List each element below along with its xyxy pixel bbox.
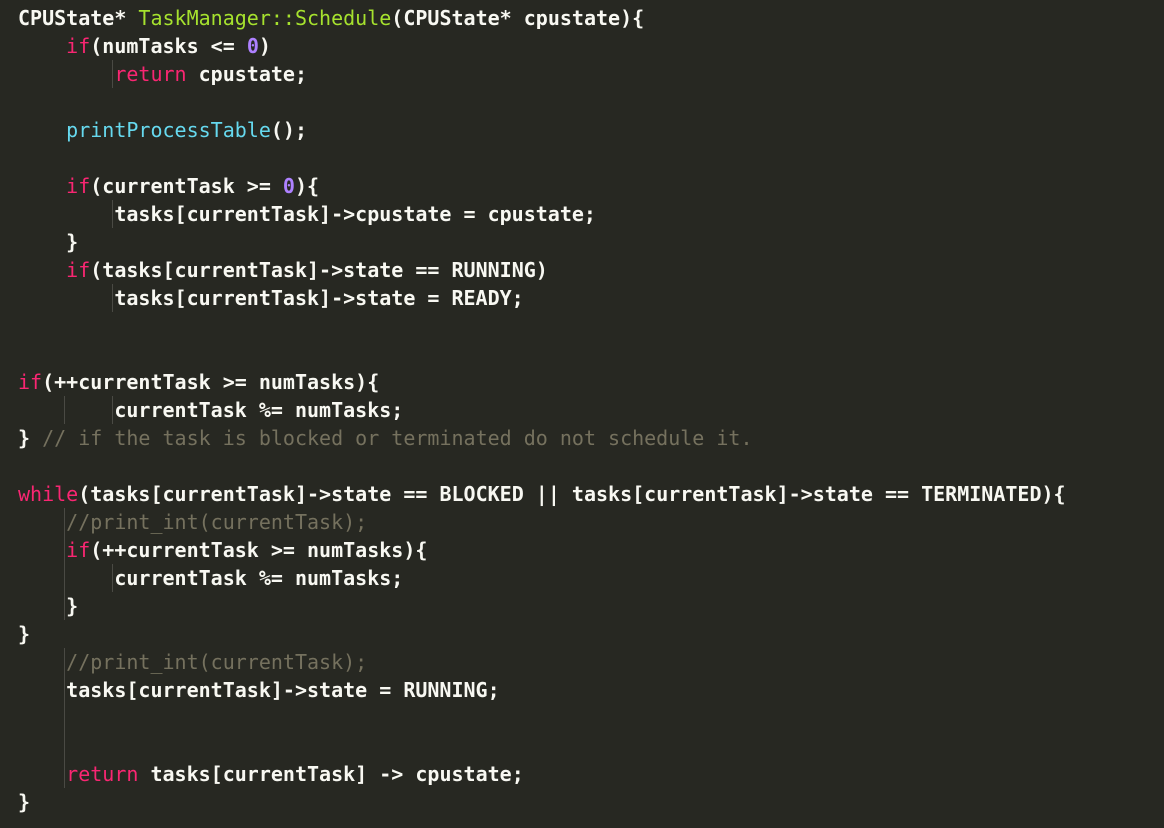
code-token: CPUState*: [18, 6, 139, 30]
indent-guide: [112, 60, 114, 88]
code-token: cpustate;: [186, 62, 307, 86]
indent-guide: [64, 676, 66, 704]
code-line[interactable]: [0, 732, 1164, 760]
code-token: ): [258, 34, 271, 58]
indent-guide: [64, 564, 66, 592]
code-token: if: [66, 258, 91, 282]
code-token: while: [18, 482, 79, 506]
code-token: (currentTask >=: [90, 174, 283, 198]
indent-guide: [112, 396, 114, 424]
code-line[interactable]: [0, 340, 1164, 368]
code-token: return: [114, 62, 187, 86]
code-line[interactable]: } // if the task is blocked or terminate…: [0, 424, 1164, 452]
code-line[interactable]: while(tasks[currentTask]->state == BLOCK…: [0, 480, 1164, 508]
code-token: TaskManager::Schedule: [138, 6, 392, 30]
code-line[interactable]: //print_int(currentTask);: [0, 508, 1164, 536]
code-token: }: [18, 230, 79, 254]
indent-guide: [112, 564, 114, 592]
code-token: if: [66, 538, 91, 562]
code-token: // if the task is blocked or terminated …: [42, 426, 753, 450]
code-line[interactable]: if(numTasks <= 0): [0, 32, 1164, 60]
code-token: tasks[currentTask] -> cpustate;: [138, 762, 524, 786]
code-line[interactable]: }: [0, 228, 1164, 256]
code-token: 0: [282, 174, 295, 198]
code-line[interactable]: if(tasks[currentTask]->state == RUNNING): [0, 256, 1164, 284]
code-line[interactable]: if(++currentTask >= numTasks){: [0, 368, 1164, 396]
code-token: (tasks[currentTask]->state == BLOCKED ||…: [78, 482, 1066, 506]
code-line[interactable]: if(++currentTask >= numTasks){: [0, 536, 1164, 564]
code-token: if: [66, 174, 91, 198]
code-line[interactable]: currentTask %= numTasks;: [0, 564, 1164, 592]
code-line[interactable]: [0, 88, 1164, 116]
indent-guide: [64, 536, 66, 564]
indent-guide: [64, 648, 66, 676]
code-token: }: [18, 622, 31, 646]
code-line[interactable]: //print_int(currentTask);: [0, 648, 1164, 676]
code-token: 0: [246, 34, 259, 58]
code-token: currentTask %= numTasks;: [18, 566, 404, 590]
code-editor[interactable]: CPUState* TaskManager::Schedule(CPUState…: [0, 0, 1164, 828]
code-line[interactable]: return cpustate;: [0, 60, 1164, 88]
code-line[interactable]: tasks[currentTask]->state = READY;: [0, 284, 1164, 312]
code-token: (numTasks <=: [90, 34, 247, 58]
code-token: if: [18, 370, 43, 394]
code-token: (CPUState* cpustate){: [391, 6, 645, 30]
code-token: tasks[currentTask]->state = READY;: [18, 286, 524, 310]
code-token: printProcessTable: [66, 118, 271, 142]
code-line[interactable]: [0, 452, 1164, 480]
indent-guide: [64, 396, 66, 424]
code-token: }: [18, 594, 79, 618]
code-token: tasks[currentTask]->state = RUNNING;: [18, 678, 500, 702]
indent-guide: [112, 284, 114, 312]
code-token: }: [18, 426, 43, 450]
indent-guide: [64, 760, 66, 788]
code-token: return: [66, 762, 139, 786]
indent-guide: [64, 592, 66, 620]
code-token: //print_int(currentTask);: [66, 510, 368, 534]
code-line[interactable]: [0, 312, 1164, 340]
code-token: (tasks[currentTask]->state == RUNNING): [90, 258, 548, 282]
code-token: tasks[currentTask]->cpustate = cpustate;: [18, 202, 596, 226]
code-line[interactable]: CPUState* TaskManager::Schedule(CPUState…: [0, 4, 1164, 32]
code-line[interactable]: tasks[currentTask]->state = RUNNING;: [0, 676, 1164, 704]
code-token: (++currentTask >= numTasks){: [90, 538, 428, 562]
code-token: (++currentTask >= numTasks){: [42, 370, 380, 394]
code-line[interactable]: }: [0, 592, 1164, 620]
code-line[interactable]: [0, 144, 1164, 172]
code-line[interactable]: if(currentTask >= 0){: [0, 172, 1164, 200]
code-line[interactable]: }: [0, 620, 1164, 648]
code-token: if: [66, 34, 91, 58]
code-line[interactable]: [0, 704, 1164, 732]
code-token: ){: [294, 174, 320, 198]
code-line[interactable]: tasks[currentTask]->cpustate = cpustate;: [0, 200, 1164, 228]
indent-guide: [64, 508, 66, 536]
code-token: currentTask %= numTasks;: [18, 398, 404, 422]
indent-guide: [112, 200, 114, 228]
code-line[interactable]: currentTask %= numTasks;: [0, 396, 1164, 424]
code-token: }: [18, 790, 31, 814]
code-line[interactable]: printProcessTable();: [0, 116, 1164, 144]
code-line[interactable]: }: [0, 788, 1164, 816]
code-lines: CPUState* TaskManager::Schedule(CPUState…: [0, 4, 1164, 816]
indent-guide: [64, 732, 66, 760]
code-line[interactable]: return tasks[currentTask] -> cpustate;: [0, 760, 1164, 788]
code-token: //print_int(currentTask);: [66, 650, 368, 674]
indent-guide: [64, 704, 66, 732]
code-token: ();: [270, 118, 307, 142]
